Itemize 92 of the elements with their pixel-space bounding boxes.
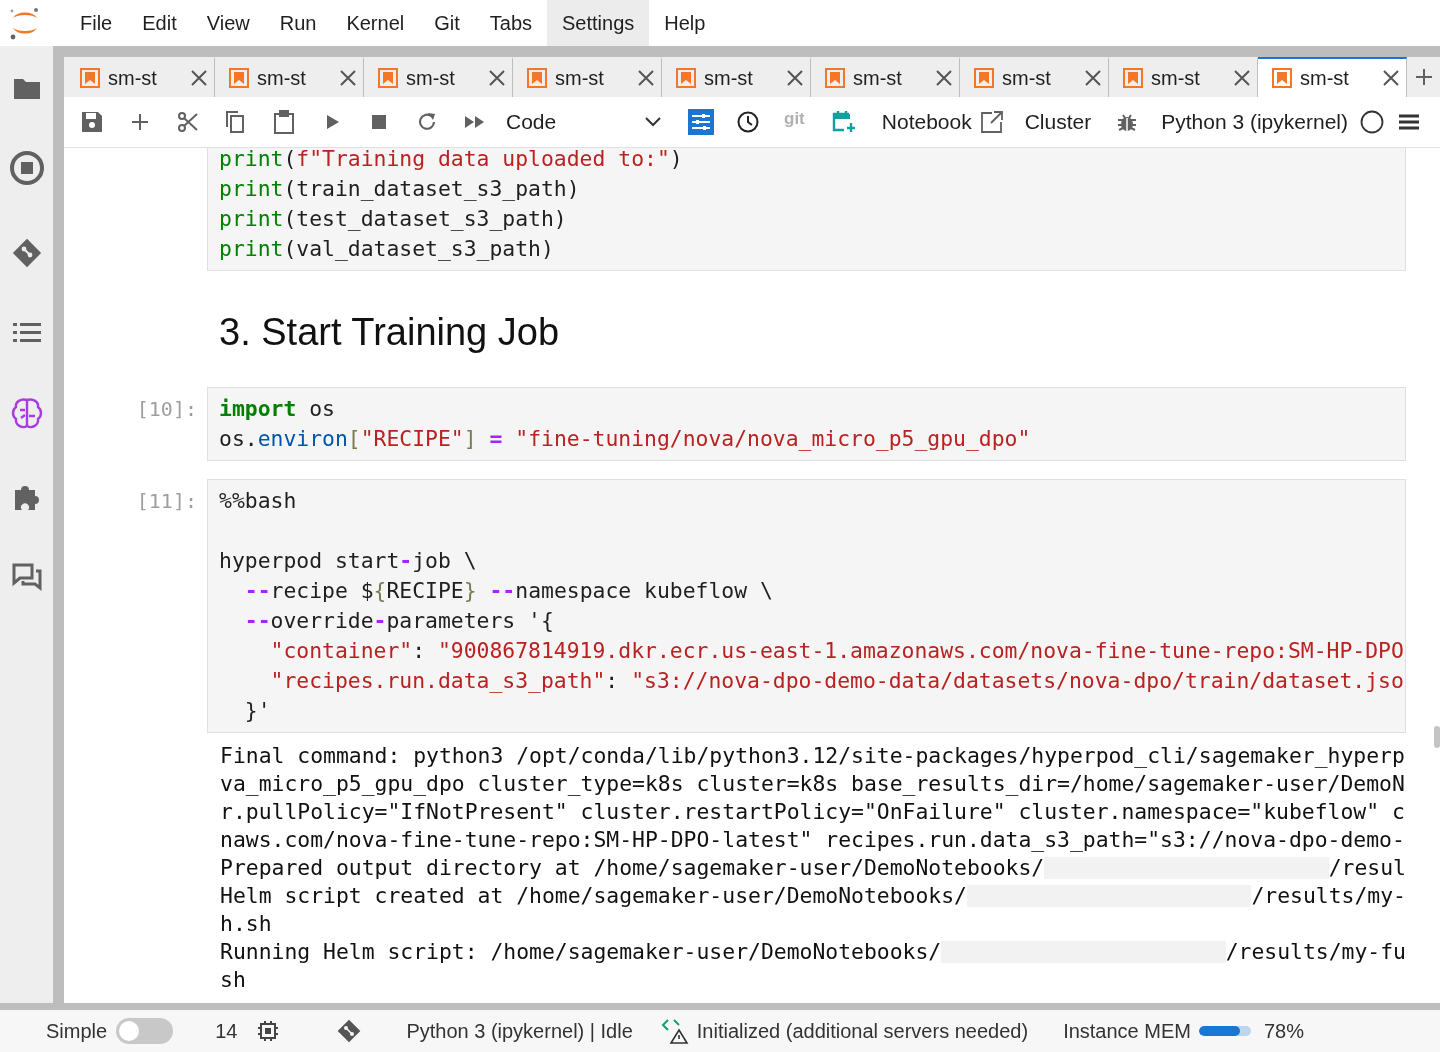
notebook-icon	[974, 68, 994, 88]
paste-icon[interactable]	[272, 110, 296, 134]
cell-type-dropdown[interactable]: Code	[506, 106, 666, 138]
code-line: %%bash	[219, 487, 298, 515]
notebook-icon	[229, 68, 249, 88]
output-line: sh	[220, 966, 246, 994]
tab-label: sm-st	[853, 66, 902, 91]
memory-label: Instance MEM	[1063, 1019, 1191, 1044]
output-line: Helm script created at /home/sagemaker-user/DemoNotebooks/	[220, 882, 967, 910]
close-icon[interactable]	[1084, 69, 1102, 87]
terminal-count: 14	[215, 1019, 238, 1044]
code-line: print(train_dataset_s3_path)	[219, 175, 581, 203]
notebook-icon	[1123, 68, 1143, 88]
code-line: print(val_dataset_s3_path)	[219, 235, 555, 263]
notebook-icon	[1272, 68, 1292, 88]
notebook-icon	[80, 68, 100, 88]
menu-icon[interactable]	[1398, 112, 1420, 132]
code-line: --recipe ${RECIPE} --namespace kubeflow \	[243, 577, 774, 605]
mode-label: Simple	[46, 1019, 108, 1044]
close-icon[interactable]	[488, 69, 506, 87]
code-cell[interactable]: print(f"Training data uploaded to:") print(train_dataset_s3_path) print(test_dataset_s3_path) print(val_dataset_s3_path)	[207, 148, 1406, 271]
close-icon[interactable]	[339, 69, 357, 87]
tab-label: sm-st	[257, 66, 306, 91]
tab-label: sm-st	[108, 66, 157, 91]
code-line: print(test_dataset_s3_path)	[219, 205, 568, 233]
code-line: --override-parameters '{	[243, 607, 555, 635]
clock-icon[interactable]	[736, 110, 760, 134]
tab-label: sm-st	[1300, 66, 1349, 91]
tab-label: sm-st	[555, 66, 604, 91]
output-line: /resul	[1328, 854, 1406, 882]
cut-icon[interactable]	[176, 110, 200, 134]
stop-icon[interactable]	[9, 151, 44, 185]
chip-icon	[257, 1020, 280, 1042]
code-line: os.environ["RECIPE"] = "fine-tuning/nova/nova_micro_p5_gpu_dpo"	[219, 425, 1032, 453]
notebook-tab[interactable]: sm-st	[1258, 57, 1407, 97]
kernel-idle-icon[interactable]	[1360, 110, 1384, 134]
calendar-plus-icon[interactable]	[831, 110, 856, 134]
code-line: hyperpod start-job \	[219, 547, 478, 575]
folder-icon[interactable]	[12, 76, 41, 100]
close-icon[interactable]	[1382, 69, 1400, 87]
output-line: va_micro_p5_gpu_dpo cluster_type=k8s cluster=k8s base_results_dir=/home/sagemaker-user/DemoN	[220, 770, 1405, 798]
notebook-icon	[527, 68, 547, 88]
tab-label: sm-st	[704, 66, 753, 91]
server-warning-icon	[660, 1017, 689, 1045]
kernel-button[interactable]: Python 3 (ipykernel)	[1161, 106, 1348, 138]
kernel-status: Python 3 (ipykernel) | Idle	[406, 1019, 633, 1044]
server-status: Initialized (additional servers needed)	[696, 1019, 1029, 1044]
tab-label: sm-st	[1002, 66, 1051, 91]
output-line: /results/my-fu	[1225, 938, 1406, 966]
settings-sliders-icon[interactable]	[688, 109, 714, 135]
output-line: /results/my-	[1251, 882, 1406, 910]
code-line: "recipes.run.data_s3_path": "s3://nova-dpo-demo-data/datasets/nova-dpo/train/dataset.jso	[269, 667, 1405, 695]
output-line: Running Helm script: /home/sagemaker-user/DemoNotebooks/	[220, 938, 942, 966]
copy-icon[interactable]	[223, 110, 247, 134]
output-line: h.sh	[220, 910, 272, 938]
execution-prompt: [11]:	[136, 488, 197, 515]
memory-percent: 78%	[1263, 1019, 1304, 1044]
code-line: }'	[243, 697, 272, 725]
output-line: r.pullPolicy="IfNotPresent" cluster.restartPolicy="OnFailure" cluster.namespace="kubeflow" c	[220, 798, 1405, 826]
code-line: print(f"Training data uploaded to:")	[219, 148, 684, 173]
tab-label: sm-st	[406, 66, 455, 91]
close-icon[interactable]	[637, 69, 655, 87]
output-line: Final command: python3 /opt/conda/lib/python3.12/site-packages/hyperpod_cli/sagemaker_hyperp	[220, 742, 1405, 770]
code-cell[interactable]: import os os.environ["RECIPE"] = "fine-tuning/nova/nova_micro_p5_gpu_dpo"	[207, 387, 1406, 461]
close-icon[interactable]	[786, 69, 804, 87]
output-line: Prepared output directory at /home/sagemaker-user/DemoNotebooks/	[220, 854, 1045, 882]
notebook-button[interactable]: Notebook	[881, 106, 1004, 138]
list-icon[interactable]	[12, 321, 41, 345]
memory-meter	[1198, 1026, 1251, 1036]
notebook-icon	[378, 68, 398, 88]
close-icon[interactable]	[935, 69, 953, 87]
notebook-icon	[825, 68, 845, 88]
external-link-icon	[979, 110, 1004, 134]
code-line: "container": "900867814919.dkr.ecr.us-east-1.amazonaws.com/nova-fine-tune-repo:SM-HP-DPO	[269, 637, 1405, 665]
brain-icon[interactable]	[9, 396, 44, 430]
chevron-icon	[644, 116, 662, 128]
output-line: naws.com/nova-fine-tune-repo:SM-HP-DPO-latest" recipes.run.data_s3_path="s3://nova-dpo-demo-	[220, 826, 1405, 854]
code-cell[interactable]	[207, 479, 1406, 733]
code-line: import os	[219, 395, 336, 423]
tab-label: sm-st	[1151, 66, 1200, 91]
cluster-button[interactable]: Cluster	[1024, 106, 1092, 138]
simple-mode-toggle[interactable]	[116, 1018, 174, 1044]
execution-prompt: [10]:	[136, 396, 197, 423]
section-heading: 3. Start Training Job	[218, 310, 560, 355]
notebook-icon	[676, 68, 696, 88]
menu-item[interactable]: Settings	[547, 0, 650, 46]
plus-icon	[1414, 68, 1433, 86]
scrollbar-thumb[interactable]	[1434, 726, 1440, 748]
save-icon[interactable]	[80, 110, 104, 134]
close-icon[interactable]	[1233, 69, 1251, 87]
chat-icon[interactable]	[11, 562, 42, 592]
close-icon[interactable]	[190, 69, 208, 87]
